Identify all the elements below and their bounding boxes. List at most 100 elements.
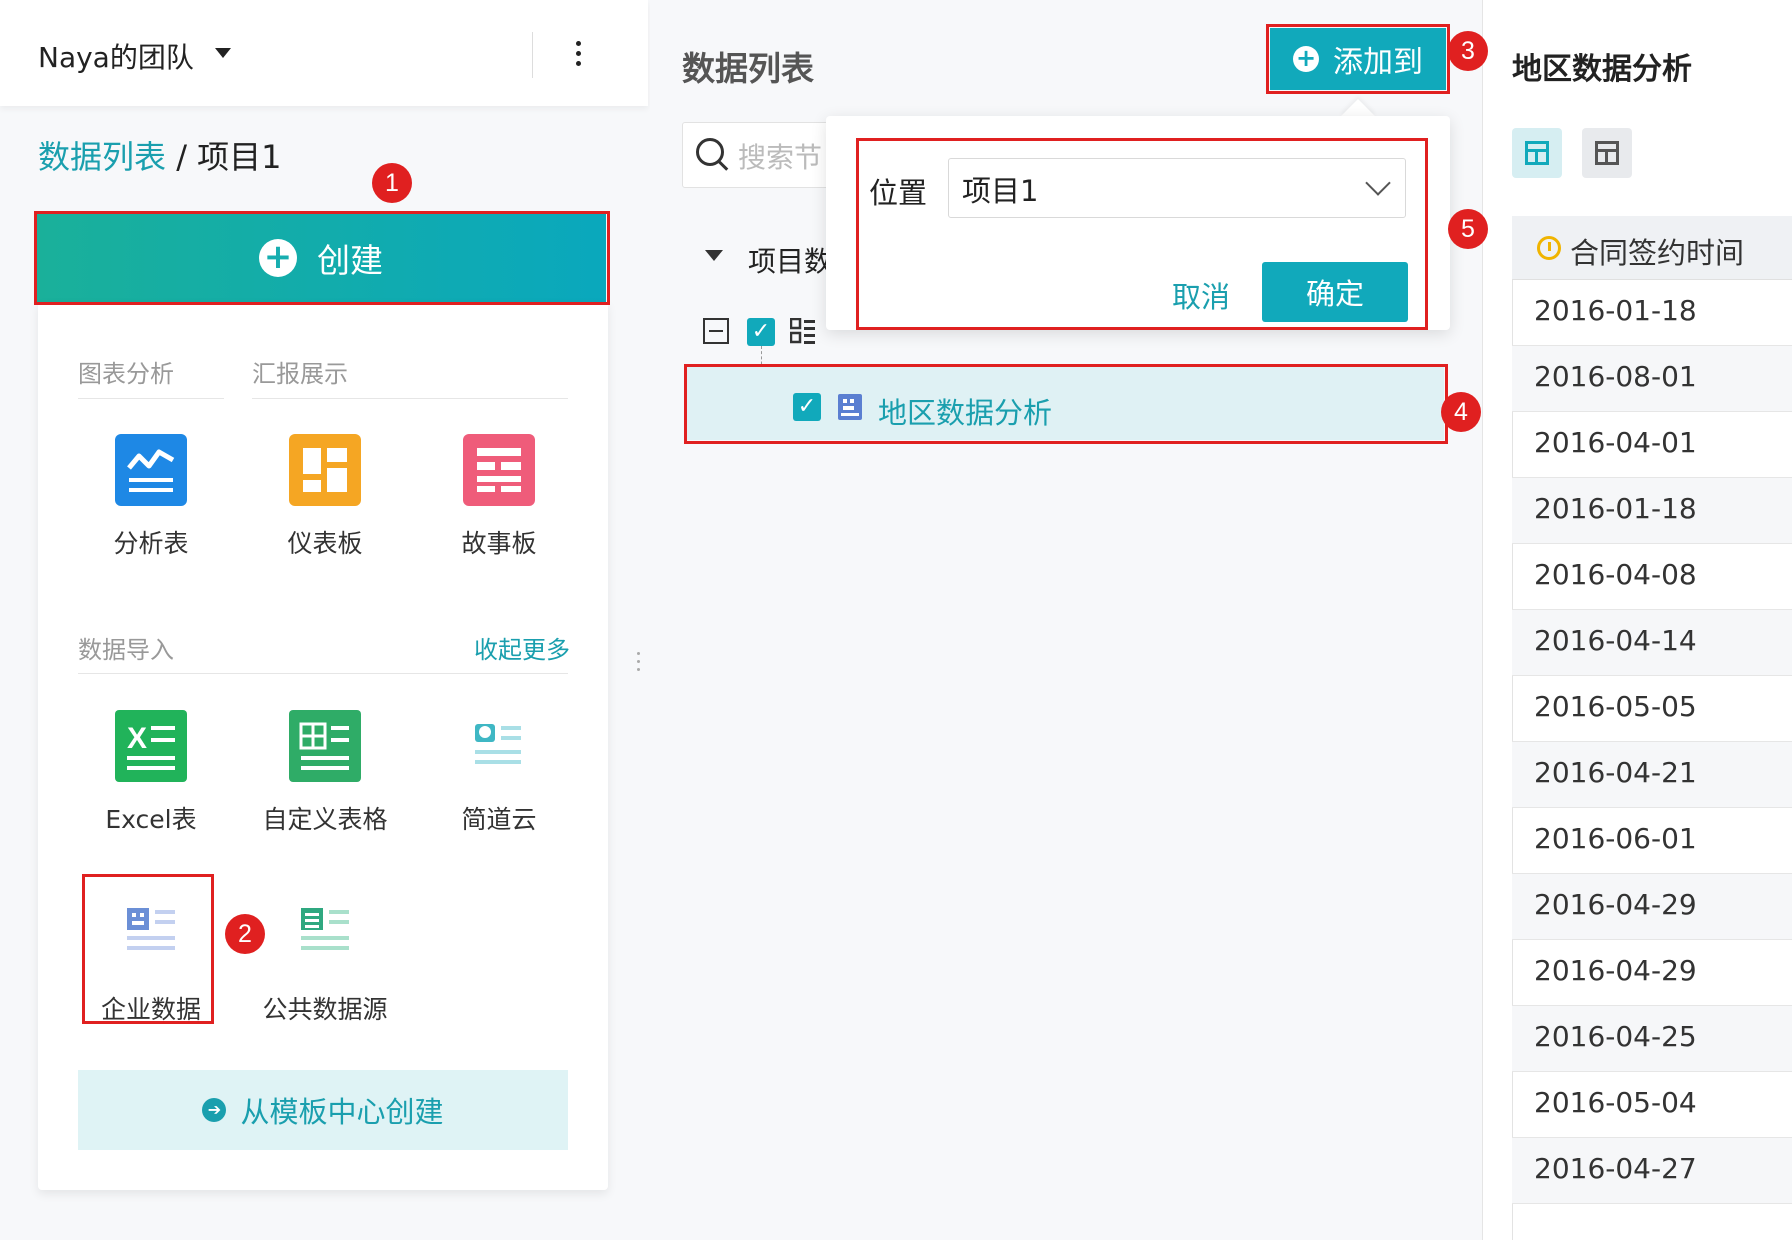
date-cell: 2016-05-05: [1534, 690, 1697, 723]
date-cell: 2016-04-21: [1534, 756, 1697, 789]
plus-circle-icon: +: [1293, 46, 1319, 72]
caret-down-icon[interactable]: [215, 48, 231, 58]
resize-handle[interactable]: [637, 652, 641, 678]
date-cell: 2016-05-04: [1534, 1086, 1697, 1119]
menu-item-dashboard[interactable]: 仪表板: [240, 434, 410, 574]
menu-item-storyboard[interactable]: 故事板: [414, 434, 584, 574]
search-placeholder: 搜索节: [738, 141, 823, 174]
annotation-badge: 5: [1448, 209, 1488, 249]
table-row: 2016-05-04: [1512, 1072, 1792, 1138]
checkbox-checked-icon[interactable]: ✓: [793, 393, 821, 421]
enterprise-data-icon: [127, 908, 175, 950]
date-cell: 2016-04-08: [1534, 558, 1697, 591]
grid-layout-icon: [1595, 141, 1619, 165]
menu-item-label: Excel表: [105, 805, 197, 834]
date-cell: 2016-06-01: [1534, 822, 1697, 855]
table-row: 2016-04-25: [1512, 1006, 1792, 1072]
add-to-button-label: 添加到: [1333, 45, 1423, 80]
menu-item-label: 企业数据: [100, 995, 201, 1024]
date-cell: 2016-04-27: [1534, 1152, 1697, 1185]
section-label-report: 汇报展示: [252, 360, 348, 388]
tree-item-label: 地区数据分析: [878, 396, 1053, 430]
plus-circle-icon: +: [259, 239, 297, 277]
menu-item-custom-table[interactable]: 自定义表格: [240, 710, 410, 850]
menu-item-label: 故事板: [461, 529, 537, 558]
table-row: 2016-04-21: [1512, 742, 1792, 808]
position-select-value: 项目1: [962, 174, 1039, 208]
table-row: 2016-04-29: [1512, 874, 1792, 940]
date-cell: 2016-01-18: [1534, 294, 1697, 327]
table-row: 2016-04-01: [1512, 412, 1792, 478]
annotation-badge: 2: [225, 914, 265, 954]
create-from-template-button[interactable]: ➔ 从模板中心创建: [78, 1070, 568, 1150]
preview-title: 地区数据分析: [1512, 52, 1692, 87]
date-cell: 2016-04-29: [1534, 954, 1697, 987]
table-view-button[interactable]: [1512, 128, 1562, 178]
breadcrumb-root-link[interactable]: 数据列表: [38, 138, 166, 176]
public-datasource-icon: [301, 908, 349, 950]
section-divider: [78, 398, 224, 399]
panel-title: 数据列表: [682, 49, 814, 88]
add-to-button[interactable]: + 添加到: [1270, 28, 1446, 90]
arrow-right-circle-icon: ➔: [202, 1098, 227, 1122]
caret-down-icon[interactable]: [705, 250, 723, 261]
menu-item-excel[interactable]: X Excel表: [66, 710, 236, 850]
collapse-more-link[interactable]: 收起更多: [474, 630, 570, 665]
breadcrumb: 数据列表 / 项目1: [38, 132, 282, 178]
section-divider: [78, 673, 568, 674]
more-vertical-icon[interactable]: [568, 38, 588, 72]
storyboard-icon: [463, 434, 535, 506]
dashboard-icon: [289, 434, 361, 506]
menu-item-label: 仪表板: [287, 529, 363, 558]
menu-item-label: 公共数据源: [262, 995, 388, 1024]
table-row: 2016-04-29: [1512, 940, 1792, 1006]
table-row: 2016-01-18: [1512, 280, 1792, 346]
table-row: 2016-01-18: [1512, 478, 1792, 544]
menu-item-public-datasource[interactable]: 公共数据源: [240, 894, 410, 1034]
excel-icon: X: [115, 710, 187, 782]
breadcrumb-current: 项目1: [197, 138, 282, 176]
clock-icon: [1537, 236, 1561, 260]
create-button[interactable]: + 创建: [36, 214, 606, 302]
date-cell: 2016-04-29: [1534, 888, 1697, 921]
menu-item-jiandaoyun[interactable]: 简道云: [414, 710, 584, 850]
analysis-table-icon: [115, 434, 187, 506]
table-layout-icon: [1525, 141, 1549, 165]
team-name[interactable]: Naya的团队: [38, 36, 194, 76]
header-divider: [532, 32, 533, 78]
section-label-import: 数据导入: [78, 636, 174, 664]
table-row: 2016-08-01: [1512, 346, 1792, 412]
table-row: 2016-04-27: [1512, 1138, 1792, 1204]
template-button-label: 从模板中心创建: [240, 1095, 444, 1129]
checkbox-checked-icon[interactable]: ✓: [747, 318, 775, 346]
date-cell: 2016-04-25: [1534, 1020, 1697, 1053]
menu-item-label: 分析表: [113, 529, 189, 558]
menu-item-label: 自定义表格: [262, 805, 388, 834]
confirm-button[interactable]: 确定: [1262, 262, 1408, 322]
table-row: 2016-04-14: [1512, 610, 1792, 676]
date-cell: 2016-04-14: [1534, 624, 1697, 657]
position-label: 位置: [869, 176, 928, 210]
menu-item-label: 简道云: [461, 805, 537, 834]
annotation-badge: 1: [372, 163, 412, 203]
collapse-icon[interactable]: [703, 318, 729, 344]
table-row: 2016-04-08: [1512, 544, 1792, 610]
tree-project-label[interactable]: 项目数: [748, 240, 832, 280]
breadcrumb-separator: /: [166, 138, 198, 176]
panel-divider: [1482, 0, 1483, 1240]
annotation-badge: 3: [1448, 31, 1488, 71]
custom-table-icon: [289, 710, 361, 782]
svg-text:X: X: [127, 722, 147, 755]
column-header-label[interactable]: 合同签约时间: [1570, 230, 1744, 272]
layout-view-button[interactable]: [1582, 128, 1632, 178]
list-tree-icon: [790, 318, 815, 344]
cancel-button[interactable]: 取消: [1172, 274, 1230, 316]
enterprise-table-icon: [838, 394, 862, 420]
table-row: 2016-05-05: [1512, 676, 1792, 742]
jiandaoyun-icon: [475, 724, 521, 764]
menu-item-enterprise-data[interactable]: 企业数据: [66, 894, 236, 1034]
date-cell: 2016-08-01: [1534, 360, 1697, 393]
table-row: 2016-06-01: [1512, 808, 1792, 874]
date-cell: 2016-01-18: [1534, 492, 1697, 525]
menu-item-analysis-table[interactable]: 分析表: [66, 434, 236, 574]
